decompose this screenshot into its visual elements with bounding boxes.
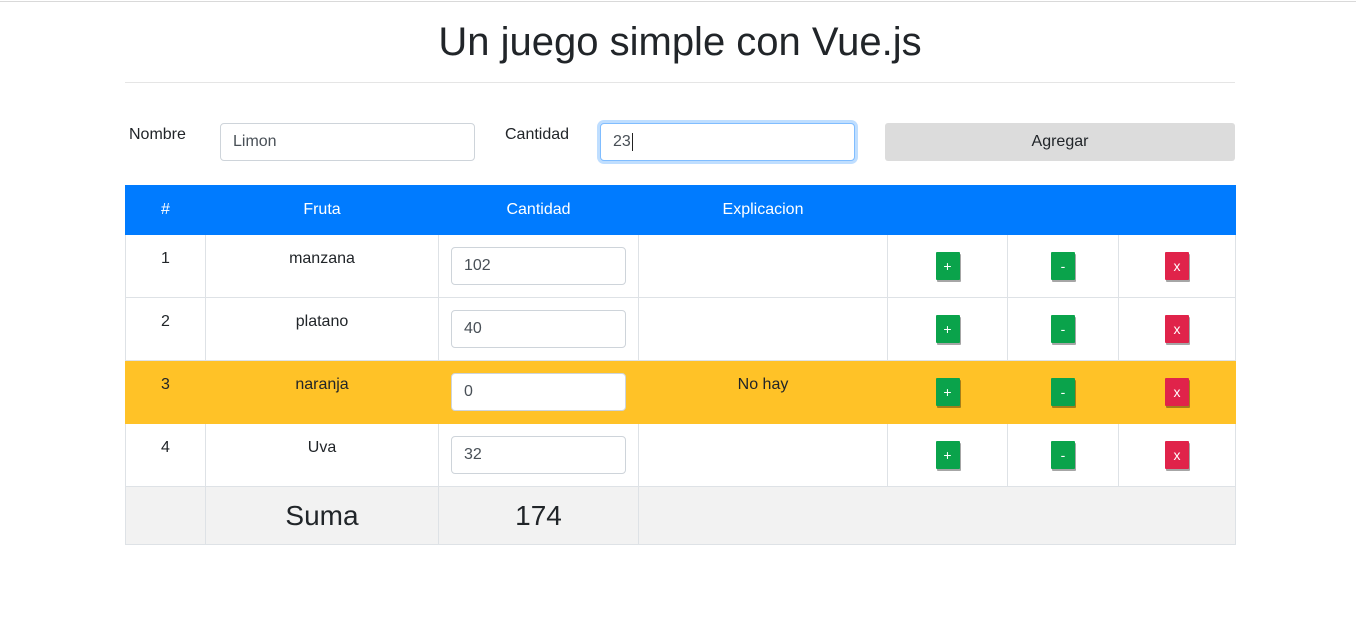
table-header-row: # Fruta Cantidad Explicacion [125,185,1236,235]
nombre-input[interactable]: Limon [220,123,475,161]
row-cantidad-input[interactable]: 0 [451,373,626,411]
footer-suma-label: Suma [205,486,439,545]
row-explicacion [638,423,888,487]
row-number: 1 [125,234,206,298]
nombre-label: Nombre [129,126,186,143]
plus-button[interactable]: + [935,441,960,469]
table-row: 2 platano 40 + - x [125,297,1236,361]
plus-button[interactable]: + [935,252,960,280]
title-divider [125,82,1235,83]
row-explicacion [638,297,888,361]
minus-button[interactable]: - [1051,441,1075,469]
footer-total: 174 [438,486,639,545]
remove-button[interactable]: x [1165,441,1189,469]
table-footer-row: Suma 174 [125,486,1236,545]
header-cantidad: Cantidad [438,185,639,235]
header-number: # [125,185,206,235]
row-explicacion [638,234,888,298]
minus-button[interactable]: - [1051,252,1075,280]
header-plus [887,185,1008,235]
fruit-table: # Fruta Cantidad Explicacion 1 manzana 1… [125,185,1236,545]
plus-button[interactable]: + [935,378,960,406]
cantidad-label: Cantidad [505,126,570,143]
row-cantidad-input[interactable]: 102 [451,247,626,285]
row-number: 3 [125,360,206,424]
table-row: 1 manzana 102 + - x [125,234,1236,298]
header-fruta: Fruta [205,185,439,235]
row-cantidad-input[interactable]: 32 [451,436,626,474]
row-fruta: platano [205,297,439,361]
footer-empty-cell [125,486,206,545]
remove-button[interactable]: x [1165,252,1189,280]
row-fruta: manzana [205,234,439,298]
footer-filler [638,486,1236,545]
plus-button[interactable]: + [935,315,960,343]
minus-button[interactable]: - [1051,378,1075,406]
table-row: 4 Uva 32 + - x [125,423,1236,487]
remove-button[interactable]: x [1165,378,1189,406]
table-row-warning: 3 naranja 0 No hay + - x [125,360,1236,424]
minus-button[interactable]: - [1051,315,1075,343]
row-number: 4 [125,423,206,487]
header-remove [1118,185,1236,235]
top-divider [0,1,1356,2]
header-explicacion: Explicacion [638,185,888,235]
row-fruta: Uva [205,423,439,487]
page-title: Un juego simple con Vue.js [438,20,922,64]
row-explicacion: No hay [638,360,888,424]
cantidad-input[interactable]: 23 [600,123,855,161]
row-fruta: naranja [205,360,439,424]
text-cursor [631,132,633,151]
cantidad-input-value: 23 [613,133,631,150]
agregar-button[interactable]: Agregar [885,123,1235,161]
row-cantidad-input[interactable]: 40 [451,310,626,348]
remove-button[interactable]: x [1165,315,1189,343]
row-number: 2 [125,297,206,361]
header-minus [1007,185,1119,235]
